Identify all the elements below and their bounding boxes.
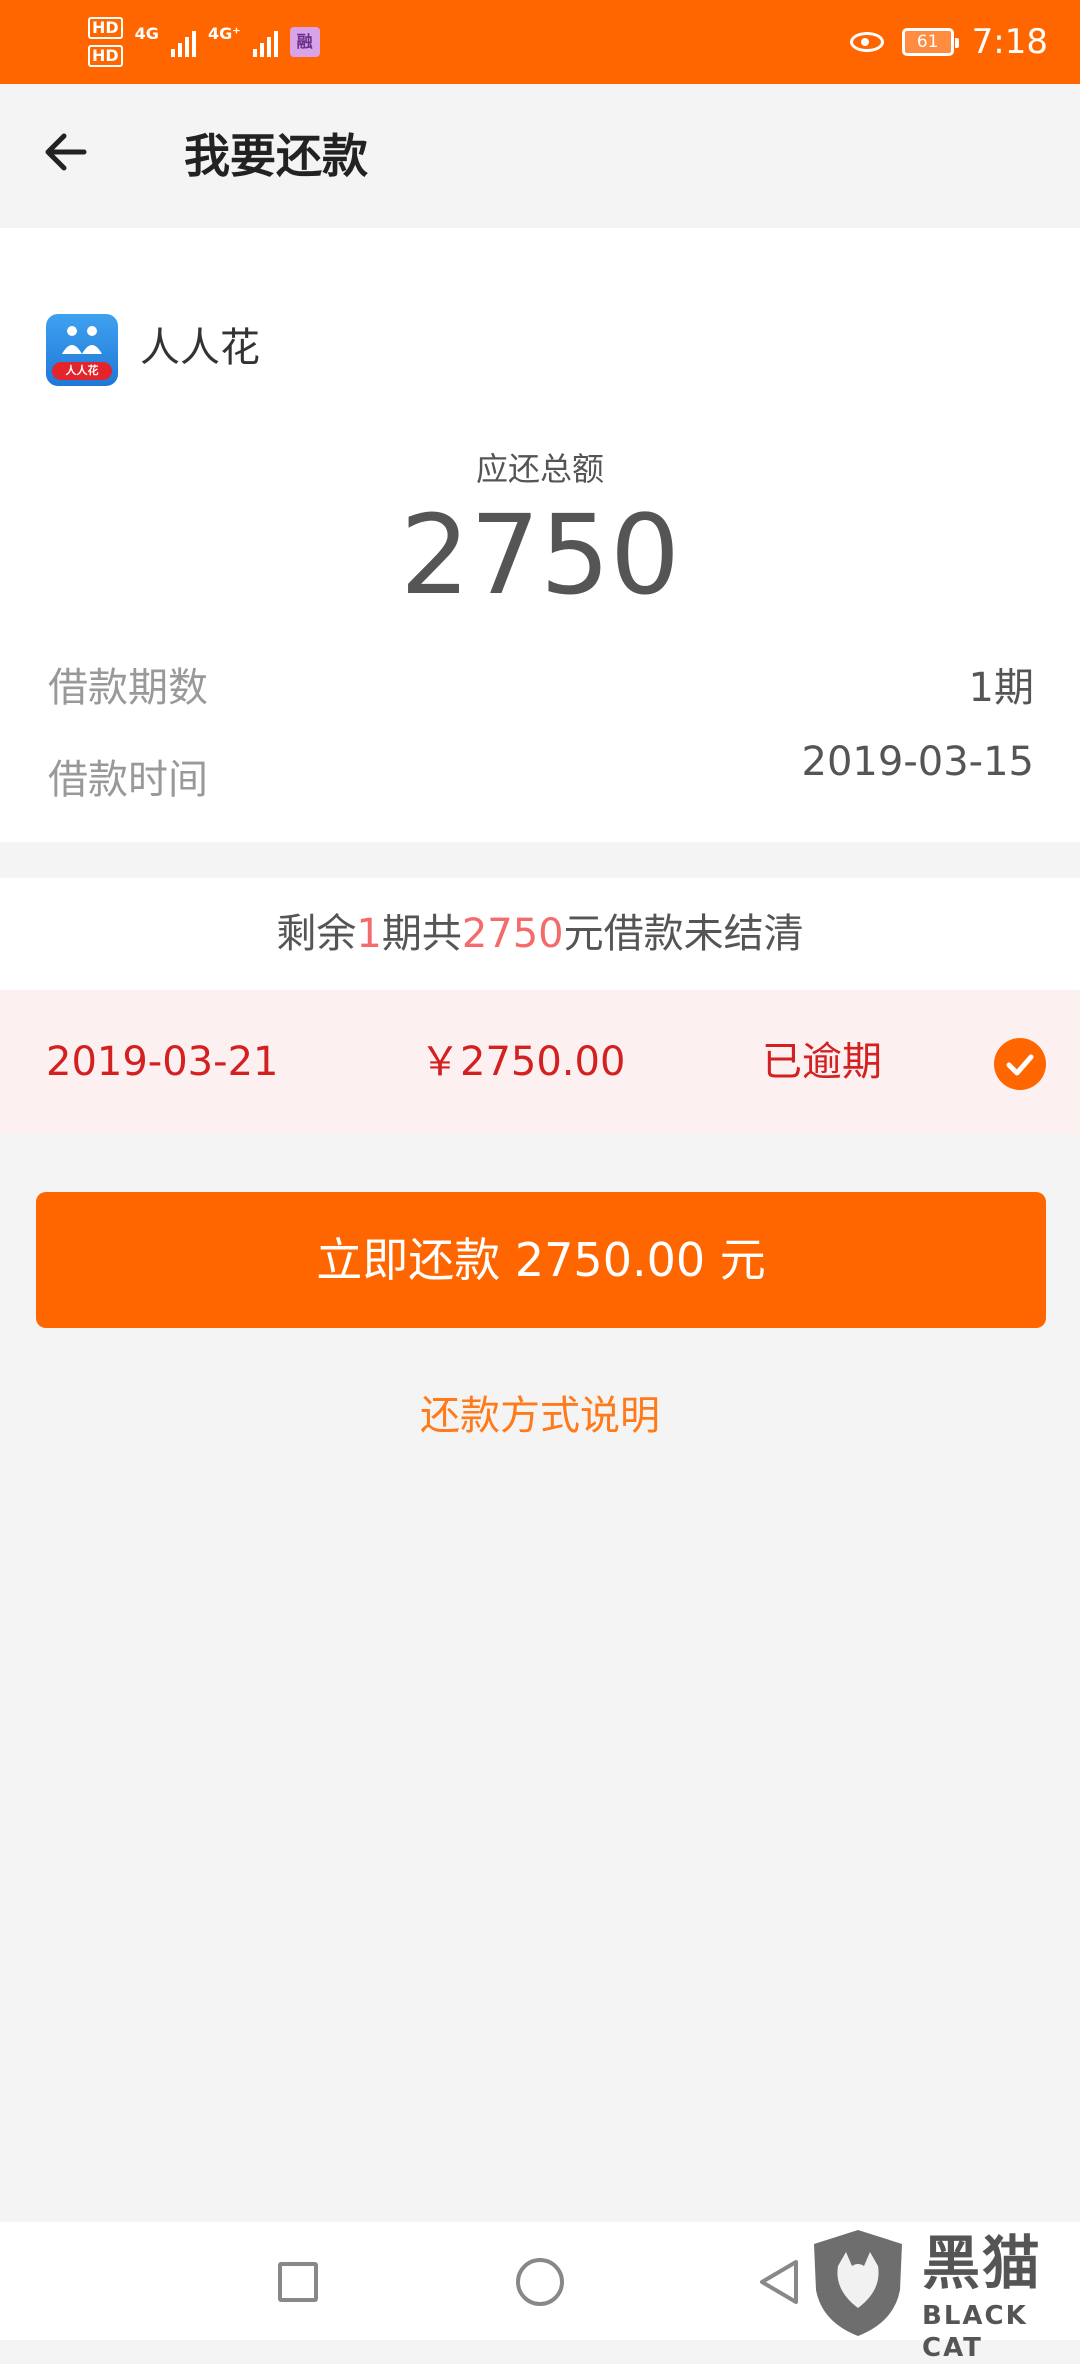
signal-icon-2	[252, 27, 278, 57]
repayment-method-link[interactable]: 还款方式说明	[0, 1384, 1080, 1448]
recent-apps-icon[interactable]	[278, 2262, 318, 2302]
signal-icon-1	[170, 27, 196, 57]
battery-icon: 61	[901, 28, 959, 56]
installment-amount: ￥2750.00	[420, 1039, 626, 1085]
remaining-amount: 2750	[461, 911, 564, 957]
checkmark-icon	[1006, 1054, 1034, 1076]
eye-comfort-icon	[849, 32, 884, 52]
loan-date-value: 2019-03-15	[801, 739, 1034, 785]
header: 我要还款	[0, 84, 1080, 228]
back-button[interactable]	[40, 120, 100, 184]
installment-checkbox[interactable]	[994, 1038, 1046, 1090]
total-due-label: 应还总额	[475, 450, 604, 488]
pay-now-button[interactable]: 立即还款 2750.00 元	[36, 1192, 1046, 1328]
remaining-prefix: 剩余	[276, 911, 357, 957]
clock: 7:18	[971, 22, 1048, 62]
home-icon[interactable]	[516, 2258, 564, 2306]
installment-date: 2019-03-21	[46, 1039, 279, 1085]
nav-back-icon[interactable]	[756, 2256, 802, 2308]
status-bar-right: 61 7:18	[849, 10, 1048, 74]
arrow-left-icon	[45, 133, 87, 171]
loan-term-value: 1期	[968, 665, 1034, 711]
hd-badge-2: HD	[88, 45, 123, 67]
remaining-periods: 1	[356, 911, 382, 957]
status-bar: HD HD 4G 4G⁺ 融 61 7:18	[0, 0, 1080, 84]
finance-app-notification-icon: 融	[289, 27, 320, 57]
loan-date-row: 借款时间 2019-03-15	[48, 739, 1034, 810]
lender-name: 人人花	[140, 325, 260, 371]
network-type-1: 4G	[134, 23, 159, 43]
remaining-suffix: 元借款未结清	[563, 911, 804, 957]
loan-term-row: 借款期数 1期	[48, 658, 1034, 718]
remaining-summary: 剩余1期共2750元借款未结清	[0, 878, 1080, 990]
loan-term-label: 借款期数	[48, 665, 208, 711]
watermark-english: BLACK CAT	[922, 2301, 1028, 2363]
remaining-middle: 期共	[381, 911, 462, 957]
hd-badge-1: HD	[88, 17, 123, 39]
loan-summary-card: 人人花 人人花 应还总额 2750 借款期数 1期 借款时间 2019-03-1…	[0, 228, 1080, 842]
hd-indicators: HD HD	[88, 17, 123, 67]
installment-row[interactable]: 2019-03-21 ￥2750.00 已逾期	[0, 990, 1080, 1134]
network-type-2: 4G⁺	[207, 23, 241, 43]
status-bar-left: HD HD 4G 4G⁺ 融	[88, 10, 320, 74]
black-cat-shield-icon	[814, 2230, 902, 2336]
loan-date-label: 借款时间	[48, 757, 208, 803]
watermark-chinese: 黑猫	[922, 2229, 1043, 2297]
renrenhua-logo-icon: 人人花	[46, 314, 118, 386]
logo-ribbon: 人人花	[52, 362, 112, 380]
page-title: 我要还款	[184, 129, 368, 183]
total-due-value: 2750	[400, 491, 680, 619]
black-cat-watermark: 黑猫 BLACK CAT	[808, 2226, 1080, 2363]
installment-status: 已逾期	[762, 1039, 882, 1085]
